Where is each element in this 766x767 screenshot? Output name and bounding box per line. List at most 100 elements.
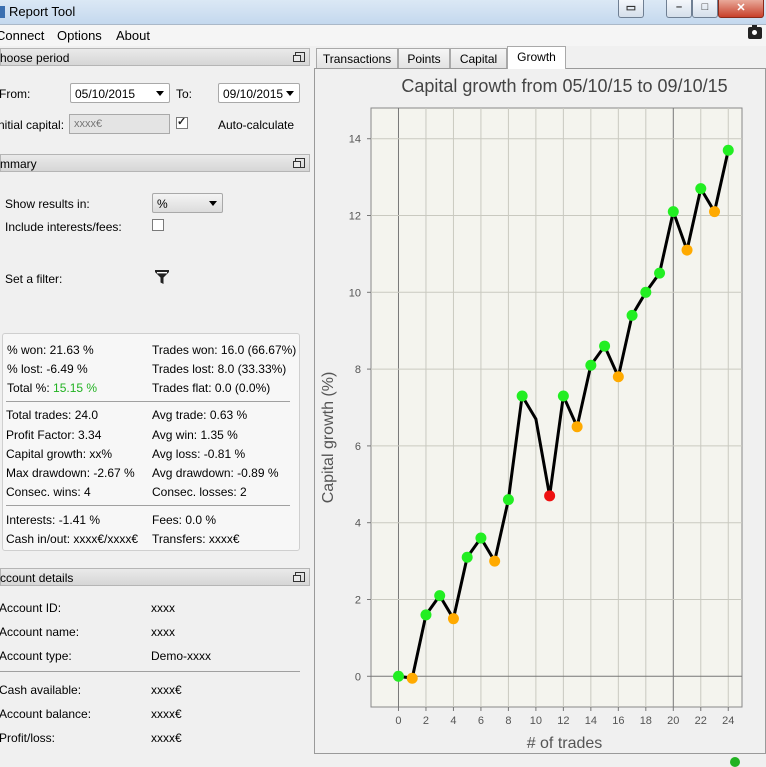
profit-factor: Profit Factor: 3.34 — [6, 428, 102, 442]
undock-icon[interactable] — [293, 572, 305, 582]
choose-period-title: hoose period — [0, 51, 70, 65]
won-pct: % won: 21.63 % — [7, 343, 94, 357]
tab-capital[interactable]: Capital — [450, 48, 507, 69]
to-date-picker[interactable]: 09/10/2015 — [218, 83, 300, 103]
total-trades: Total trades: 24.0 — [6, 408, 99, 422]
show-results-value: % — [157, 197, 168, 211]
data-point — [612, 371, 624, 383]
account-details-header: ccount details — [0, 568, 310, 586]
trades-won: Trades won: 16.0 (66.67%) — [152, 343, 297, 357]
maximize-button[interactable]: □ — [692, 0, 718, 18]
total-pct-label: Total %: — [7, 381, 50, 395]
chevron-down-icon — [156, 91, 164, 96]
x-tick-label: 16 — [612, 715, 624, 727]
data-point — [516, 390, 528, 402]
data-point — [544, 490, 556, 502]
data-point — [681, 244, 693, 256]
account-balance-value: xxxx€ — [151, 707, 182, 721]
cash-in-out: Cash in/out: xxxx€/xxxx€ — [6, 532, 139, 546]
chart-pane: 0 2 4 6 8 10 12 14 16 18 20 22 24 0 2 4 6 8 10 12 14 Capital … — [314, 68, 766, 754]
menu-options[interactable]: Options — [57, 28, 102, 43]
account-type-label: Account type: — [0, 649, 72, 663]
divider — [0, 671, 300, 672]
menu-bar: Connect Options About — [0, 25, 766, 46]
y-axis-label: Capital growth (%) — [320, 372, 337, 504]
account-details-title: ccount details — [0, 571, 74, 585]
initial-capital-field[interactable] — [69, 114, 170, 134]
growth-chart: 0 2 4 6 8 10 12 14 16 18 20 22 2402468101214Capital … — [320, 76, 743, 752]
camera-icon[interactable] — [748, 25, 762, 39]
cash-available-label: Cash available: — [0, 683, 82, 697]
account-name-label: Account name: — [0, 625, 80, 639]
data-point — [420, 609, 432, 621]
window-title: Report Tool — [9, 4, 76, 19]
auto-calculate-label: Auto-calculate — [218, 118, 295, 132]
tab-growth[interactable]: Growth — [507, 46, 566, 69]
data-point — [392, 670, 404, 682]
include-fees-checkbox[interactable] — [152, 219, 164, 231]
data-point — [654, 267, 666, 279]
account-type-value: Demo-xxxx — [151, 649, 212, 663]
y-tick-label: 14 — [349, 134, 361, 146]
data-point — [571, 421, 583, 433]
data-point — [461, 551, 473, 563]
avg-trade: Avg trade: 0.63 % — [152, 408, 248, 422]
extra-window-button[interactable]: ▭ — [618, 0, 644, 18]
account-balance-label: Account balance: — [0, 707, 92, 721]
choose-period-header: hoose period — [0, 48, 310, 66]
y-tick-label: 0 — [355, 671, 361, 683]
consec-losses: Consec. losses: 2 — [152, 485, 247, 499]
minimize-button[interactable]: – — [666, 0, 692, 18]
undock-icon[interactable] — [293, 52, 305, 62]
summary-title: mmary — [0, 157, 37, 171]
x-tick-label: 18 — [640, 715, 652, 727]
menu-connect[interactable]: Connect — [0, 28, 44, 43]
avg-drawdown: Avg drawdown: -0.89 % — [152, 466, 279, 480]
x-tick-label: 22 — [695, 715, 707, 727]
chevron-down-icon — [209, 201, 217, 206]
y-tick-label: 10 — [349, 287, 361, 299]
x-tick-label: 12 — [557, 715, 569, 727]
y-tick-label: 6 — [355, 441, 361, 453]
cash-available-value: xxxx€ — [151, 683, 182, 697]
total-pct-value: 15.15 % — [53, 381, 98, 395]
from-label: From: — [0, 87, 31, 101]
menu-about[interactable]: About — [116, 28, 150, 43]
undock-icon[interactable] — [293, 158, 305, 168]
data-point — [640, 286, 652, 298]
transfers: Transfers: xxxx€ — [152, 532, 240, 546]
divider — [6, 401, 290, 402]
chevron-down-icon — [286, 91, 294, 96]
x-tick-label: 14 — [585, 715, 597, 727]
avg-loss: Avg loss: -0.81 % — [152, 447, 246, 461]
tab-transactions[interactable]: Transactions — [316, 48, 398, 69]
to-date-value: 09/10/2015 — [223, 87, 284, 101]
auto-calculate-checkbox[interactable] — [176, 115, 188, 129]
y-tick-label: 12 — [349, 211, 361, 223]
divider — [6, 505, 290, 506]
data-point — [447, 613, 459, 625]
y-tick-label: 4 — [355, 518, 361, 530]
data-point — [585, 359, 597, 371]
initial-capital-input[interactable] — [70, 115, 169, 133]
close-button[interactable]: ✕ — [718, 0, 764, 18]
data-point — [695, 183, 707, 195]
x-tick-label: 2 — [423, 715, 429, 727]
lost-pct: % lost: -6.49 % — [7, 362, 88, 376]
data-point — [557, 390, 569, 402]
filter-icon[interactable] — [154, 269, 170, 285]
from-date-picker[interactable]: 05/10/2015 — [70, 83, 170, 103]
include-fees-label: Include interests/fees: — [5, 220, 122, 234]
from-date-value: 05/10/2015 — [75, 87, 136, 101]
show-results-select[interactable]: % — [152, 193, 223, 213]
capital-growth: Capital growth: xx% — [6, 447, 113, 461]
data-point — [599, 340, 611, 352]
tab-points[interactable]: Points — [398, 48, 450, 69]
chart-title: Capital growth from 05/10/15 to 09/10/15 — [401, 76, 727, 96]
profit-loss-label: Profit/loss: — [0, 731, 56, 745]
title-bar: Report Tool ▭ – □ ✕ — [0, 0, 766, 25]
consec-wins: Consec. wins: 4 — [6, 485, 91, 499]
max-drawdown: Max drawdown: -2.67 % — [6, 466, 135, 480]
x-axis-label: # of trades — [527, 735, 603, 752]
y-tick-label: 8 — [355, 364, 361, 376]
